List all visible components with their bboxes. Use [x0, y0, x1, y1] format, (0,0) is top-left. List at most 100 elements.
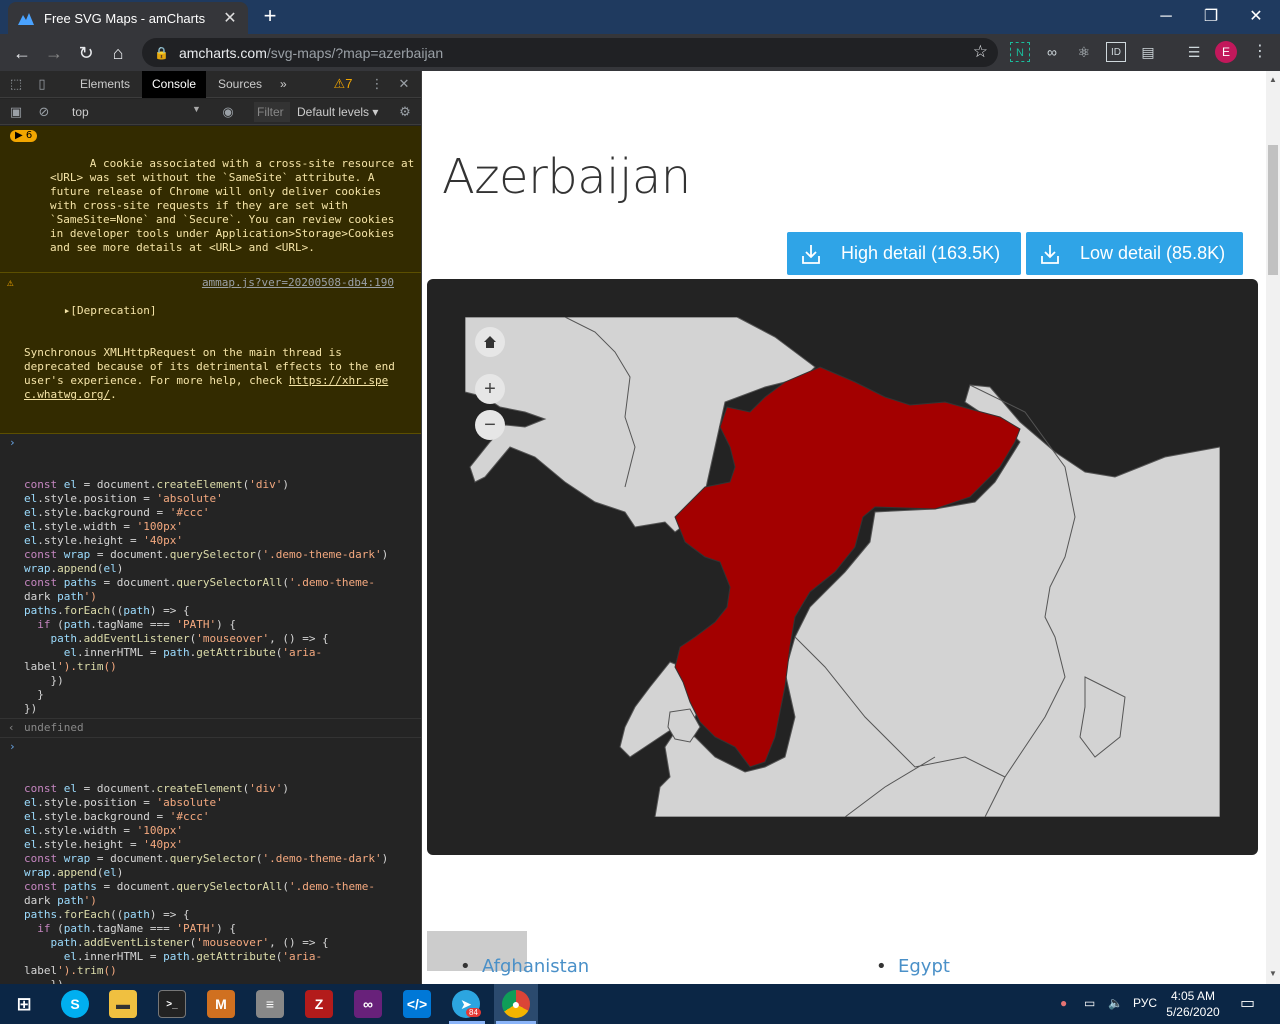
download-icon — [1041, 244, 1059, 264]
low-detail-download-button[interactable]: Low detail (85.8K) — [1026, 232, 1243, 275]
file-explorer-icon[interactable]: ▬ — [109, 990, 137, 1018]
vscode-icon[interactable]: </> — [403, 990, 431, 1018]
high-detail-download-button[interactable]: High detail (163.5K) — [787, 232, 1021, 275]
code-line: el.style.background = '#ccc' — [24, 506, 210, 519]
scroll-down-icon[interactable]: ▼ — [1269, 969, 1277, 978]
home-zoom-button[interactable] — [475, 327, 505, 357]
forward-arrow-icon[interactable]: → — [40, 39, 68, 67]
code-line: el.style.height = '40px' — [24, 838, 183, 851]
system-clock[interactable]: 4:05 AM 5/26/2020 — [1160, 988, 1226, 1020]
action-center-icon[interactable]: ▭ — [1240, 993, 1255, 1013]
azerbaijan-map[interactable] — [465, 317, 1220, 817]
code-line: }) — [24, 674, 64, 687]
page-scrollbar[interactable]: ▲ ▼ — [1266, 71, 1280, 984]
console-filterbar: ▣ ⊘ top ▼ ◉ Filter Default levels ▾ ⚙ — [0, 99, 421, 125]
gear-icon[interactable]: ⚙ — [397, 104, 413, 120]
tray-notification-icon[interactable]: ● — [1060, 996, 1067, 1010]
log-levels-dropdown[interactable]: Default levels ▾ — [297, 105, 378, 119]
code-line: path.addEventListener('mouseover', () =>… — [50, 632, 329, 645]
restore-button[interactable]: ❐ — [1189, 4, 1233, 30]
extension-n-icon[interactable]: N — [1010, 42, 1030, 62]
warning-icon: ⚠ — [7, 276, 14, 289]
browser-titlebar: Free SVG Maps - amCharts ✕ + ─ ❐ ✕ — [0, 0, 1280, 34]
context-selector[interactable]: top — [72, 105, 89, 119]
tray-network-icon[interactable]: ▭ — [1084, 996, 1095, 1010]
url-host: amcharts.com — [178, 44, 267, 61]
source-link[interactable]: ammap.js?ver=20200508-db4:190 — [202, 276, 394, 290]
cookie-warning-text: A cookie associated with a cross-site re… — [50, 157, 415, 254]
console-filter-input[interactable]: Filter — [254, 102, 290, 122]
prompt-chevron-icon: › — [9, 740, 16, 753]
profile-avatar[interactable]: E — [1215, 41, 1237, 63]
map-container[interactable]: + − — [427, 279, 1258, 855]
reload-icon[interactable]: ↻ — [72, 39, 100, 67]
bookmark-star-icon[interactable]: ☆ — [973, 42, 988, 62]
extension-printer-icon[interactable]: ▤ — [1138, 42, 1158, 62]
devtools-tabbar: ⬚ ▯ Elements Console Sources » ⚠7 ⋮ ✕ — [0, 71, 421, 98]
mendeley-icon[interactable]: M — [207, 990, 235, 1018]
home-icon — [484, 336, 496, 348]
browser-toolbar: ← → ↻ ⌂ 🔒 amcharts.com /svg-maps/?map=az… — [0, 34, 1280, 71]
list-item-egypt[interactable]: Egypt — [876, 956, 950, 977]
code-line: label').trim() — [24, 964, 117, 977]
home-icon[interactable]: ⌂ — [104, 39, 132, 67]
new-tab-button[interactable]: + — [258, 5, 282, 29]
visual-studio-icon[interactable]: ∞ — [354, 990, 382, 1018]
code-line: el.style.width = '100px' — [24, 824, 183, 837]
code-line: if (path.tagName === 'PATH') { — [37, 618, 236, 631]
more-tabs-chevron[interactable]: » — [270, 71, 297, 98]
code-line: el.style.position = 'absolute' — [24, 492, 223, 505]
tab-close-icon[interactable]: ✕ — [222, 8, 238, 28]
repeat-count-badge: ▶ 6 — [10, 130, 38, 142]
tab-console[interactable]: Console — [142, 71, 207, 98]
minimize-button[interactable]: ─ — [1144, 4, 1188, 30]
close-window-button[interactable]: ✕ — [1234, 4, 1278, 30]
extension-id-icon[interactable]: ID — [1106, 42, 1126, 62]
low-detail-label: Low detail (85.8K) — [1080, 243, 1226, 263]
warning-counter[interactable]: ⚠7 — [330, 76, 356, 92]
zoom-in-button[interactable]: + — [475, 374, 505, 404]
eye-icon[interactable]: ◉ — [220, 104, 236, 120]
skype-icon[interactable]: S — [61, 990, 89, 1018]
address-bar[interactable]: 🔒 amcharts.com /svg-maps/?map=azerbaijan… — [142, 38, 998, 67]
list-item-afghanistan[interactable]: Afghanistan — [460, 956, 589, 977]
high-detail-label: High detail (163.5K) — [841, 243, 1001, 263]
code-line: }) — [24, 702, 38, 715]
scroll-thumb[interactable] — [1268, 145, 1278, 275]
page-title: Azerbaijan — [442, 149, 691, 205]
terminal-icon[interactable]: >_ — [158, 990, 186, 1018]
inspect-element-icon[interactable]: ⬚ — [8, 76, 24, 92]
code-line: el.innerHTML = path.getAttribute('aria- — [63, 950, 323, 963]
input-language[interactable]: РУС — [1133, 996, 1157, 1010]
browser-tab[interactable]: Free SVG Maps - amCharts ✕ — [8, 2, 248, 34]
tray-volume-icon[interactable]: 🔈 — [1108, 996, 1123, 1010]
code-line: el.style.width = '100px' — [24, 520, 183, 533]
react-devtools-icon[interactable]: ⚛ — [1074, 42, 1094, 62]
media-queue-icon[interactable]: ☰ — [1184, 42, 1204, 62]
console-input-entry[interactable]: › const el = document.createElement('div… — [0, 434, 421, 719]
devtools-close-icon[interactable]: ✕ — [396, 76, 412, 92]
menu-kebab-icon[interactable]: ⋮ — [1250, 42, 1270, 62]
devtools-menu-icon[interactable]: ⋮ — [369, 76, 385, 92]
deprecation-warning-message: ⚠ ▸[Deprecation] ammap.js?ver=20200508-d… — [0, 273, 421, 434]
filezilla-icon[interactable]: Z — [305, 990, 333, 1018]
code-line: paths.forEach((path) => { — [24, 908, 190, 921]
code-line: const wrap = document.querySelector('.de… — [24, 852, 389, 865]
clear-console-icon[interactable]: ⊘ — [36, 104, 52, 120]
console-input-entry[interactable]: › const el = document.createElement('div… — [0, 738, 421, 984]
back-arrow-icon[interactable]: ← — [8, 39, 36, 67]
code-line: label').trim() — [24, 660, 117, 673]
deprecation-title[interactable]: ▸[Deprecation] — [64, 304, 157, 317]
database-icon[interactable]: ≡ — [256, 990, 284, 1018]
chevron-down-icon: ▼ — [192, 104, 201, 114]
tab-sources[interactable]: Sources — [208, 71, 272, 98]
sidebar-toggle-icon[interactable]: ▣ — [8, 104, 24, 120]
zoom-out-button[interactable]: − — [475, 410, 505, 440]
extension-infinity-icon[interactable]: ∞ — [1042, 42, 1062, 62]
device-toggle-icon[interactable]: ▯ — [34, 76, 50, 92]
console-output: ▶ 6 A cookie associated with a cross-sit… — [0, 126, 421, 984]
windows-start-icon[interactable]: ⊞ — [10, 990, 38, 1018]
chrome-icon[interactable]: ● — [502, 990, 530, 1018]
tab-elements[interactable]: Elements — [70, 71, 140, 98]
scroll-up-icon[interactable]: ▲ — [1269, 75, 1277, 84]
